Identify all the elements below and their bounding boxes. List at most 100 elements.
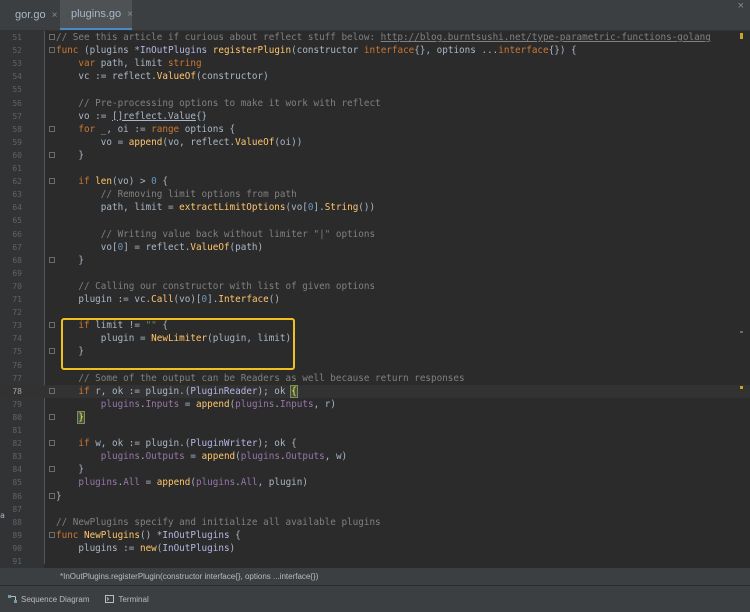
fold-marker-icon[interactable]: [49, 151, 55, 158]
code-text: // See this article if curious about ref…: [56, 31, 711, 44]
fold-marker-icon[interactable]: [49, 466, 55, 473]
fold-marker-icon[interactable]: [49, 413, 55, 420]
line-number: 53: [12, 59, 22, 69]
code-line[interactable]: 90 plugins := new(InOutPlugins): [0, 542, 750, 555]
line-number: 68: [12, 255, 22, 265]
line-number: 80: [12, 412, 22, 422]
code-token: }: [56, 464, 84, 476]
line-number: 77: [12, 373, 22, 383]
code-text: // Calling our constructor with list of …: [56, 280, 375, 293]
code-line[interactable]: 68 }: [0, 254, 750, 267]
code-token: (constructor): [195, 71, 269, 83]
code-token: ); ok: [257, 385, 292, 397]
code-token: if: [78, 176, 96, 188]
code-line[interactable]: 87: [0, 503, 750, 516]
code-text: plugins.Inputs = append(plugins.Inputs, …: [56, 398, 336, 411]
code-token: plugins :=: [56, 542, 140, 554]
code-line[interactable]: 81: [0, 424, 750, 437]
code-text: // Pre-processing options to make it wor…: [56, 97, 380, 110]
code-line[interactable]: 84 }: [0, 463, 750, 476]
code-line[interactable]: 88// NewPlugins specify and initialize a…: [0, 516, 750, 529]
fold-marker-icon[interactable]: [49, 256, 55, 263]
fold-marker-icon[interactable]: [49, 178, 55, 185]
code-line[interactable]: 69: [0, 267, 750, 280]
fold-marker-icon[interactable]: [49, 492, 55, 499]
code-editor[interactable]: 51 // See this article if curious about r…: [0, 31, 750, 568]
code-line[interactable]: 71 plugin := vc.Call(vo)[0].Interface(): [0, 293, 750, 306]
close-icon[interactable]: ×: [738, 0, 744, 12]
code-line[interactable]: 59 vo = append(vo, reflect.ValueOf(oi)): [0, 136, 750, 149]
fold-marker-icon[interactable]: [49, 348, 55, 355]
code-line[interactable]: 61: [0, 162, 750, 175]
code-line[interactable]: 67 vo[0] = reflect.ValueOf(path): [0, 241, 750, 254]
code-token: String: [324, 202, 359, 214]
code-line[interactable]: 64 path, limit = extractLimitOptions(vo[…: [0, 201, 750, 214]
code-line[interactable]: 57 vo := []reflect.Value{}: [0, 110, 750, 123]
code-line[interactable]: 55: [0, 83, 750, 96]
terminal-icon: [105, 595, 115, 603]
code-text: if len(vo) > 0 {: [56, 175, 168, 188]
line-number: 73: [12, 321, 22, 331]
code-token: new: [139, 542, 157, 554]
code-token: // Some of the output can be Readers as …: [78, 372, 465, 384]
code-line[interactable]: 70 // Calling our constructor with list …: [0, 280, 750, 293]
line-number: 76: [12, 360, 22, 370]
code-line[interactable]: 56 // Pre-processing options to make it …: [0, 97, 750, 110]
fold-marker-icon[interactable]: [49, 125, 55, 132]
code-token: () *: [139, 529, 163, 541]
fold-marker-icon[interactable]: [49, 322, 55, 329]
fold-marker-icon[interactable]: [49, 440, 55, 447]
fold-marker-icon[interactable]: [49, 387, 55, 394]
sequence-diagram-button[interactable]: Sequence Diagram: [8, 595, 89, 604]
fold-marker-icon[interactable]: [49, 47, 55, 54]
code-token: (oi)): [274, 136, 303, 148]
code-line[interactable]: 65: [0, 214, 750, 227]
code-token: append: [128, 136, 163, 148]
code-text: }: [56, 254, 84, 267]
code-line[interactable]: 83 plugins.Outputs = append(plugins.Outp…: [0, 450, 750, 463]
code-token: (vo[: [285, 202, 308, 214]
code-line[interactable]: 66 // Writing value back without limiter…: [0, 228, 750, 241]
code-line[interactable]: 80 }: [0, 410, 750, 424]
code-token: (plugins *: [84, 45, 140, 57]
code-line[interactable]: 77 // Some of the output can be Readers …: [0, 372, 750, 385]
code-token: }: [77, 410, 85, 424]
tab-gor-go[interactable]: gor.go ×: [4, 0, 58, 30]
code-line[interactable]: 53 var path, limit string: [0, 57, 750, 70]
tool-label: Sequence Diagram: [21, 594, 90, 604]
close-tab-icon[interactable]: ×: [52, 10, 58, 21]
code-line[interactable]: 62 if len(vo) > 0 {: [0, 175, 750, 188]
code-line[interactable]: 79 plugins.Inputs = append(plugins.Input…: [0, 398, 750, 411]
code-token: }: [56, 490, 62, 502]
code-token: Inputs: [145, 398, 180, 410]
code-line[interactable]: 58 for _, oi := range options {: [0, 123, 750, 136]
code-line[interactable]: 85 plugins.All = append(plugins.All, plu…: [0, 476, 750, 489]
code-token: path, limit: [100, 58, 168, 70]
line-number: 56: [12, 98, 22, 108]
code-line[interactable]: 52 func (plugins *InOutPlugins registerPl…: [0, 44, 750, 57]
code-line[interactable]: 78 if r, ok := plugin.(PluginReader); ok…: [0, 384, 750, 398]
code-text: }: [56, 490, 62, 503]
code-token: Interface: [218, 294, 269, 305]
fold-marker-icon[interactable]: [49, 34, 55, 40]
code-line[interactable]: 63 // Removing limit options from path: [0, 188, 750, 201]
close-tab-icon[interactable]: ×: [127, 9, 133, 20]
code-line[interactable]: 89 func NewPlugins() *InOutPlugins {: [0, 529, 750, 542]
tab-plugins-go[interactable]: plugins.go ×: [60, 0, 133, 30]
code-text: plugins.Outputs = append(plugins.Outputs…: [56, 450, 347, 463]
code-line[interactable]: 51 // See this article if curious about r…: [0, 31, 750, 44]
code-line[interactable]: 60 }: [0, 149, 750, 162]
line-number: 52: [12, 46, 22, 56]
line-number: 59: [12, 137, 22, 147]
code-token: for: [78, 123, 101, 135]
vertical-scrollbar[interactable]: [738, 31, 746, 568]
terminal-button[interactable]: Terminal: [105, 595, 149, 604]
code-token: All: [123, 477, 140, 489]
code-line[interactable]: 86}: [0, 490, 750, 503]
code-line[interactable]: 54 vc := reflect.ValueOf(constructor): [0, 70, 750, 83]
code-line[interactable]: 82 if w, ok := plugin.(PluginWriter); ok…: [0, 437, 750, 450]
fold-marker-icon[interactable]: [49, 531, 55, 538]
